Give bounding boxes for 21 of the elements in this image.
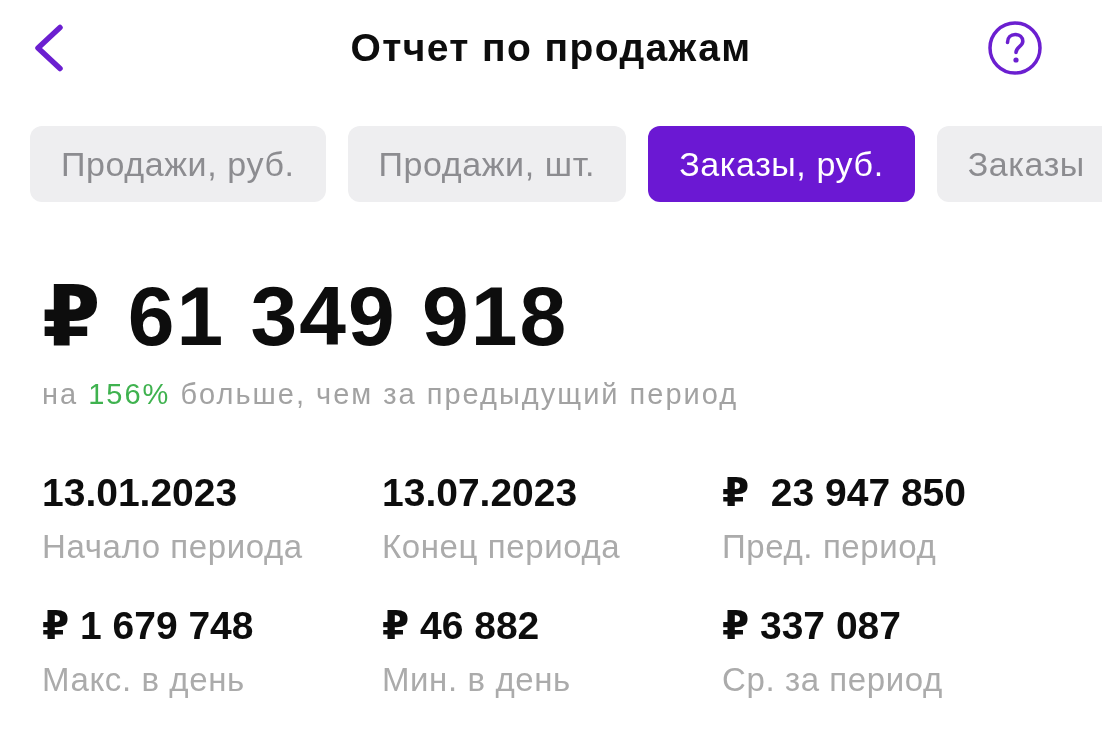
help-icon[interactable]: [988, 21, 1042, 75]
stat-label: Начало периода: [42, 528, 303, 566]
stat-value: ₽ 23 947 850: [722, 471, 966, 515]
stat-label: Мин. в день: [382, 661, 571, 699]
stat-label: Конец периода: [382, 528, 621, 566]
stat-label: Пред. период: [722, 528, 937, 566]
stat-value: ₽ 1 679 748: [42, 604, 254, 648]
back-chevron-icon[interactable]: [34, 24, 64, 72]
stat-value: 13.07.2023: [382, 471, 578, 515]
stat-label: Ср. за период: [722, 661, 943, 699]
stat-label: Макс. в день: [42, 661, 245, 699]
filter-tab[interactable]: Продажи, руб.: [30, 126, 326, 202]
stat-value: 13.01.2023: [42, 471, 238, 515]
total-amount: ₽ 61 349 918: [42, 272, 569, 360]
stat-value: ₽ 46 882: [382, 604, 540, 648]
stat-value: ₽ 337 087: [722, 604, 901, 648]
screen-title: Отчет по продажам: [350, 25, 752, 71]
filter-tab[interactable]: Заказы: [936, 126, 1102, 202]
comparison-text: на 156% больше, чем за предыдущий период: [42, 377, 739, 412]
filter-tab[interactable]: Заказы, руб.: [648, 126, 915, 202]
filter-tab[interactable]: Продажи, шт.: [347, 126, 627, 202]
